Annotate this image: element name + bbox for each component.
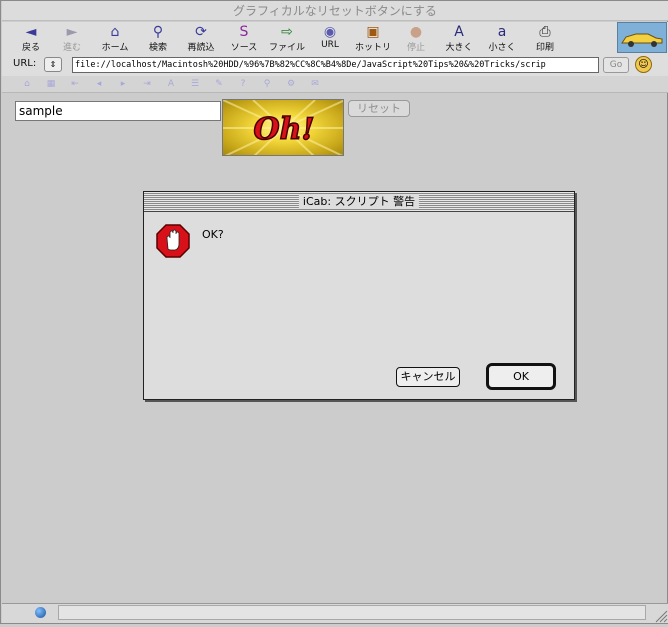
globe-icon (35, 607, 46, 618)
url-bar: URL: ⇕ file://localhost/Macintosh%20HDD/… (2, 54, 668, 76)
print-button[interactable]: ⎙ 印刷 (523, 23, 567, 54)
grid-icon[interactable]: ▦ (45, 78, 57, 90)
print-button-label: 印刷 (535, 43, 554, 53)
url-input[interactable]: file://localhost/Macintosh%20HDD/%96%7B%… (72, 57, 599, 73)
source-icon: S (239, 24, 249, 40)
back-button[interactable]: ◄ 戻る (9, 23, 53, 54)
back-button-label: 戻る (21, 43, 40, 53)
script-alert-dialog: iCab: スクリプト 警告 OK? キャンセル OK (143, 191, 575, 400)
reload-icon: ⟳ (195, 24, 207, 40)
help-icon[interactable]: ? (237, 78, 249, 90)
forward-button-label: 進む (62, 43, 81, 53)
status-bar (2, 603, 668, 623)
next-icon[interactable]: ▸ (117, 78, 129, 90)
search-button[interactable]: ⚲ 検索 (136, 23, 180, 54)
larger-button-label: 大きく (445, 43, 473, 53)
file-button-label: ファイル (268, 43, 305, 53)
print-icon: ⎙ (539, 24, 551, 40)
url-history-stepper[interactable]: ⇕ (44, 57, 62, 72)
search-icon[interactable]: ⚲ (261, 78, 273, 90)
reload-button[interactable]: ⟳ 再読込 (179, 23, 223, 54)
stop-button-label: 停止 (406, 43, 425, 53)
ok-button[interactable]: OK (486, 363, 556, 390)
url-button[interactable]: ◉ URL (308, 23, 352, 54)
forward-arrow-icon: ► (66, 24, 78, 40)
reset-button[interactable]: リセット (348, 100, 410, 117)
back-arrow-icon: ◄ (25, 24, 37, 40)
source-button[interactable]: S ソース (222, 23, 266, 54)
smiley-status-icon[interactable]: ☺ (635, 56, 652, 73)
search-icon: ⚲ (152, 24, 164, 40)
index-icon[interactable]: ☰ (189, 78, 201, 90)
browser-window: グラフィカルなリセットボタンにする ◄ 戻る ► 進む ⌂ ホーム ⚲ 検索 ⟳ 再読込 S ソース ⇨… (0, 0, 668, 624)
dialog-title: iCab: スクリプト 警告 (298, 194, 420, 209)
smaller-button[interactable]: a 小さく (480, 23, 524, 54)
toolbar: ◄戻る►進む⌂ホーム⚲検索⟳再読込Sソース⇨ファイル◉URL▣ホットリスト●停止… (2, 22, 668, 66)
window-title: グラフィカルなリセットボタンにする (2, 1, 668, 21)
url-button-label: URL (321, 40, 339, 50)
prev-icon[interactable]: ◂ (93, 78, 105, 90)
home-button-label: ホーム (101, 43, 129, 53)
oh-image-text: Oh! (253, 112, 314, 147)
gear-icon[interactable]: ⚙ (285, 78, 297, 90)
dialog-body: OK? キャンセル OK (145, 213, 573, 399)
hotlist-icon: ▣ (366, 24, 380, 40)
home-icon: ⌂ (110, 24, 120, 40)
cancel-button[interactable]: キャンセル (396, 367, 460, 387)
smaller-button-label: 小さく (488, 43, 516, 53)
larger-button[interactable]: A 大きく (437, 23, 481, 54)
oh-image-reset-button[interactable]: Oh! (222, 99, 344, 156)
file-button[interactable]: ⇨ ファイル (265, 23, 309, 54)
car-logo-icon (617, 22, 667, 53)
larger-text-icon: A (454, 24, 464, 40)
home-icon[interactable]: ⌂ (21, 78, 33, 90)
sample-text-input[interactable]: sample (15, 101, 221, 121)
file-icon: ⇨ (281, 24, 293, 40)
edit-icon[interactable]: ✎ (213, 78, 225, 90)
first-icon[interactable]: ⇤ (69, 78, 81, 90)
font-icon[interactable]: A (165, 78, 177, 90)
dialog-titlebar[interactable]: iCab: スクリプト 警告 (144, 192, 574, 212)
search-button-label: 検索 (148, 43, 167, 53)
stop-icon: ● (409, 24, 423, 40)
reload-button-label: 再読込 (187, 43, 215, 53)
stop-hand-icon (156, 224, 190, 258)
status-text-field (58, 605, 646, 620)
source-button-label: ソース (230, 43, 258, 53)
smaller-text-icon: a (497, 24, 507, 40)
forward-button[interactable]: ► 進む (50, 23, 94, 54)
mail-icon[interactable]: ✉ (309, 78, 321, 90)
hotlist-button[interactable]: ▣ホットリスト (351, 23, 395, 66)
last-icon[interactable]: ⇥ (141, 78, 153, 90)
resize-handle[interactable] (652, 607, 668, 623)
home-button[interactable]: ⌂ ホーム (93, 23, 137, 54)
stop-button[interactable]: ● 停止 (394, 23, 438, 54)
secondary-nav-bar: ⌂ ▦ ⇤ ◂ ▸ ⇥ A ☰ ✎? ⚲ ⚙ ✉ (2, 76, 668, 93)
url-label: URL: (13, 58, 37, 69)
go-button[interactable]: Go (603, 57, 629, 73)
url-icon: ◉ (323, 24, 337, 40)
dialog-message: OK? (202, 228, 224, 241)
